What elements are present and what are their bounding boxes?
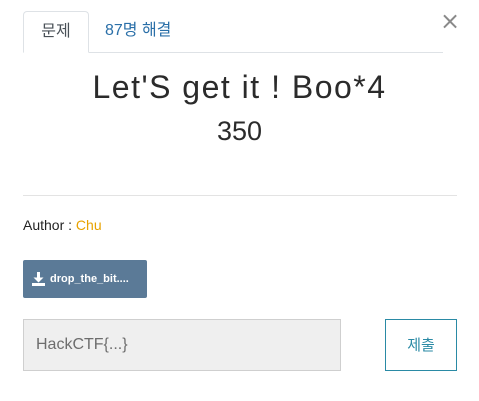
divider [23, 195, 457, 196]
tab-problem[interactable]: 문제 [23, 11, 89, 53]
author-name[interactable]: Chu [76, 217, 102, 233]
author-line: Author : Chu [23, 214, 102, 236]
file-download-button[interactable]: drop_the_bit.... [23, 260, 147, 298]
author-label: Author : [23, 217, 76, 233]
file-name: drop_the_bit.... [50, 273, 129, 285]
tab-bar: 문제 87명 해결 [23, 11, 443, 53]
flag-input[interactable] [23, 319, 341, 371]
submit-button[interactable]: 제출 [385, 319, 457, 371]
challenge-points: 350 [216, 116, 263, 146]
challenge-title: Let'S get it ! Boo*4 [92, 69, 387, 105]
download-icon [32, 272, 45, 286]
challenge-modal: × 문제 87명 해결 Let'S get it ! Boo*4 350 Aut… [0, 0, 479, 401]
tab-solvers[interactable]: 87명 해결 [105, 11, 171, 51]
close-button[interactable]: × [440, 8, 460, 34]
